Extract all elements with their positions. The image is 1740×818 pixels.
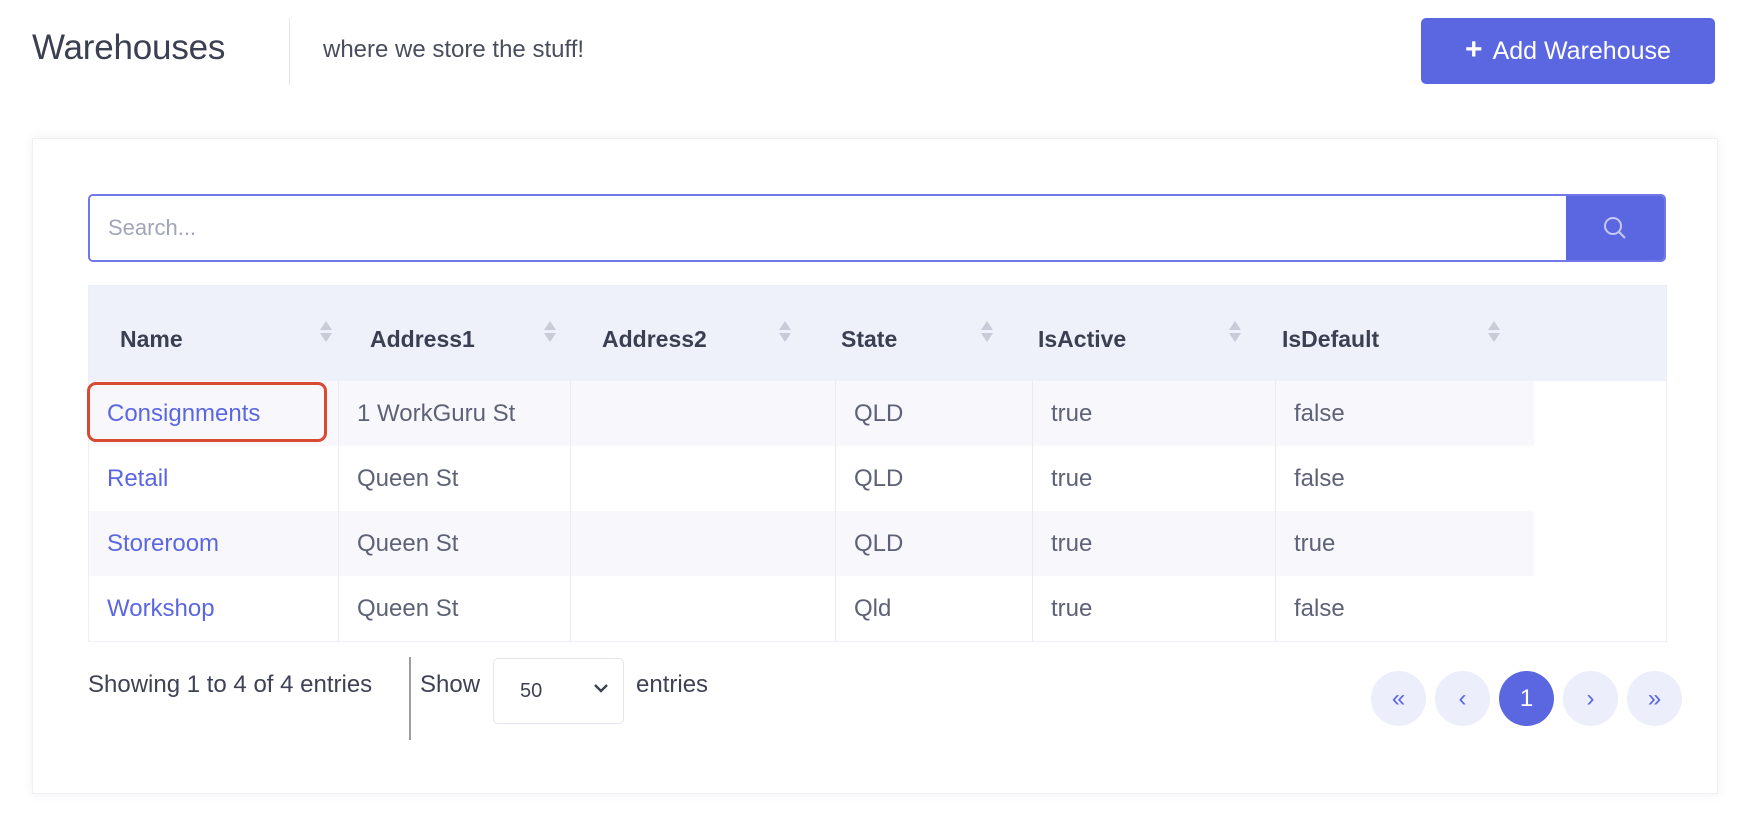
- plus-icon: +: [1465, 33, 1483, 66]
- search-button[interactable]: [1566, 196, 1664, 260]
- table-footer: Showing 1 to 4 of 4 entries Show 50 entr…: [88, 657, 1682, 747]
- cell-spacer: [1534, 446, 1666, 511]
- table-row: Consignments 1 WorkGuru St QLD true fals…: [89, 381, 1666, 446]
- add-warehouse-label: Add Warehouse: [1492, 36, 1671, 65]
- cell-spacer: [1534, 381, 1666, 446]
- add-warehouse-button[interactable]: + Add Warehouse: [1421, 18, 1715, 84]
- sort-icon: [1488, 321, 1500, 342]
- cell-isdefault: false: [1276, 381, 1534, 446]
- search-icon: [1604, 217, 1626, 239]
- cell-state: QLD: [836, 511, 1033, 576]
- table-header: Name Address1 Address2 State IsActive Is…: [89, 286, 1666, 381]
- warehouse-link-consignments[interactable]: Consignments: [107, 400, 260, 428]
- column-header-label: Address2: [602, 326, 707, 352]
- table-row: Workshop Queen St Qld true false: [89, 576, 1666, 641]
- cell-name: Workshop: [89, 576, 339, 641]
- next-page-button[interactable]: ›: [1563, 671, 1618, 726]
- header-divider: [289, 18, 290, 85]
- warehouses-table: Name Address1 Address2 State IsActive Is…: [88, 285, 1667, 642]
- warehouses-card: Name Address1 Address2 State IsActive Is…: [32, 138, 1718, 794]
- page-size-select[interactable]: 50: [493, 658, 624, 724]
- sort-icon: [981, 321, 993, 342]
- cell-address1: 1 WorkGuru St: [339, 381, 571, 446]
- cell-address1: Queen St: [339, 511, 571, 576]
- cell-address2: [571, 381, 836, 446]
- last-page-button[interactable]: »: [1627, 671, 1682, 726]
- sort-icon: [1229, 321, 1241, 342]
- cell-isactive: true: [1033, 446, 1276, 511]
- column-header-address1[interactable]: Address1: [339, 286, 571, 381]
- cell-isactive: true: [1033, 381, 1276, 446]
- table-row: Storeroom Queen St QLD true true: [89, 511, 1666, 576]
- cell-address2: [571, 576, 836, 641]
- column-header-isactive[interactable]: IsActive: [1006, 286, 1249, 381]
- column-header-state[interactable]: State: [809, 286, 1006, 381]
- pagination: « ‹ 1 › »: [1371, 671, 1682, 726]
- column-header-name[interactable]: Name: [89, 286, 339, 381]
- search-input[interactable]: [90, 196, 1566, 260]
- show-label: Show: [420, 671, 481, 698]
- entries-info: Showing 1 to 4 of 4 entries: [88, 671, 373, 698]
- cell-spacer: [1534, 576, 1666, 641]
- page-subtitle: where we store the stuff!: [323, 36, 585, 63]
- cell-state: QLD: [836, 381, 1033, 446]
- column-header-label: Name: [120, 326, 183, 352]
- cell-spacer: [1534, 511, 1666, 576]
- cell-address1: Queen St: [339, 446, 571, 511]
- warehouse-link-retail[interactable]: Retail: [107, 465, 168, 493]
- cell-address2: [571, 446, 836, 511]
- sort-icon: [779, 321, 791, 342]
- cell-address1: Queen St: [339, 576, 571, 641]
- column-header-label: IsDefault: [1282, 326, 1380, 352]
- page-header: Warehouses where we store the stuff! + A…: [0, 0, 1740, 110]
- chevron-down-icon: [594, 684, 608, 693]
- sort-icon: [544, 321, 556, 342]
- cell-address2: [571, 511, 836, 576]
- footer-divider: [409, 657, 411, 740]
- column-header-label: IsActive: [1038, 326, 1127, 352]
- previous-page-button[interactable]: ‹: [1435, 671, 1490, 726]
- cell-isactive: true: [1033, 511, 1276, 576]
- cell-name: Consignments: [89, 381, 339, 446]
- column-header-label: State: [841, 326, 898, 352]
- cell-name: Retail: [89, 446, 339, 511]
- sort-icon: [320, 321, 332, 342]
- cell-state: Qld: [836, 576, 1033, 641]
- column-header-isdefault[interactable]: IsDefault: [1249, 286, 1507, 381]
- warehouse-link-workshop[interactable]: Workshop: [107, 595, 215, 623]
- first-page-button[interactable]: «: [1371, 671, 1426, 726]
- cell-isdefault: false: [1294, 464, 1345, 492]
- search-bar: [88, 194, 1666, 262]
- cell-name: Storeroom: [89, 511, 339, 576]
- entries-label: entries: [636, 671, 709, 698]
- column-header-label: Address1: [370, 326, 475, 352]
- table-row: Retail Queen St QLD true false: [89, 446, 1666, 511]
- column-header-address2[interactable]: Address2: [571, 286, 809, 381]
- cell-isactive: true: [1033, 576, 1276, 641]
- page-1-button[interactable]: 1: [1499, 671, 1554, 726]
- cell-isdefault: true: [1276, 511, 1534, 576]
- page-size-value: 50: [520, 679, 543, 702]
- cell-isdefault: false: [1294, 594, 1345, 622]
- cell-state: QLD: [836, 446, 1033, 511]
- page-title: Warehouses: [32, 28, 226, 67]
- warehouse-link-storeroom[interactable]: Storeroom: [107, 530, 219, 558]
